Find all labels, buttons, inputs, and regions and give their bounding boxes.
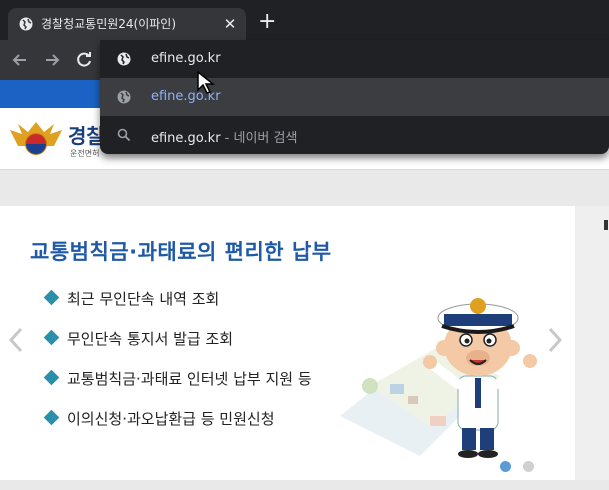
main-banner-slider: 교통범칙금·과태료의 편리한 납부 최근 무인단속 내역 조회 무인단속 통지서… bbox=[0, 206, 575, 480]
mouse-cursor-icon bbox=[197, 70, 216, 94]
tab-close-icon[interactable]: ✕ bbox=[222, 16, 238, 32]
search-icon bbox=[117, 128, 131, 142]
banner-bullet-item: 교통범칙금·과태료 인터넷 납부 지원 등 bbox=[43, 368, 312, 389]
omnibox-dropdown: efine.go.kr efine.go.kr efine.go.kr - 네이… bbox=[100, 40, 609, 154]
banner-bullet-item: 최근 무인단속 내역 조회 bbox=[43, 288, 219, 309]
tab-title: 경찰청교통민원24(이파인) bbox=[41, 17, 177, 31]
globe-icon bbox=[117, 90, 131, 104]
banner-bullet-item: 무인단속 통지서 발급 조회 bbox=[43, 328, 233, 349]
reload-icon[interactable] bbox=[74, 50, 94, 70]
browser-tab-strip: 경찰청교통민원24(이파인) ✕ + bbox=[0, 0, 609, 40]
diamond-bullet-icon bbox=[43, 289, 60, 306]
omnibox-suggestion-url[interactable]: efine.go.kr bbox=[100, 78, 609, 116]
diamond-bullet-icon bbox=[43, 409, 60, 426]
diamond-bullet-icon bbox=[43, 329, 60, 346]
police-mascot-illustration bbox=[340, 298, 537, 458]
globe-icon bbox=[19, 17, 33, 31]
police-emblem-icon[interactable] bbox=[8, 120, 64, 160]
slider-prev-arrow-icon[interactable] bbox=[8, 326, 24, 354]
omnibox-suggestion-search[interactable]: efine.go.kr - 네이버 검색 bbox=[100, 116, 609, 154]
slider-dot[interactable] bbox=[523, 461, 534, 472]
forward-arrow-icon[interactable] bbox=[42, 50, 62, 70]
banner-bullet-item: 이의신청·과오납환급 등 민원신청 bbox=[43, 408, 275, 429]
omnibox-input[interactable]: efine.go.kr bbox=[151, 51, 221, 66]
site-logo-subtitle: 운전면허 bbox=[70, 149, 100, 158]
slider-next-arrow-icon[interactable] bbox=[547, 326, 563, 354]
slide-title: 교통범칙금·과태료의 편리한 납부 bbox=[30, 240, 332, 264]
suggestion-search-text: efine.go.kr - 네이버 검색 bbox=[151, 131, 298, 146]
globe-icon bbox=[117, 52, 131, 66]
browser-tab[interactable]: 경찰청교통민원24(이파인) ✕ bbox=[8, 8, 246, 40]
new-tab-button[interactable]: + bbox=[258, 11, 276, 33]
slider-dot-active[interactable] bbox=[500, 461, 511, 472]
back-arrow-icon[interactable] bbox=[10, 50, 30, 70]
omnibox-input-row[interactable]: efine.go.kr bbox=[100, 40, 609, 78]
side-panel bbox=[575, 206, 609, 480]
side-panel-marker bbox=[604, 220, 608, 230]
diamond-bullet-icon bbox=[43, 369, 60, 386]
